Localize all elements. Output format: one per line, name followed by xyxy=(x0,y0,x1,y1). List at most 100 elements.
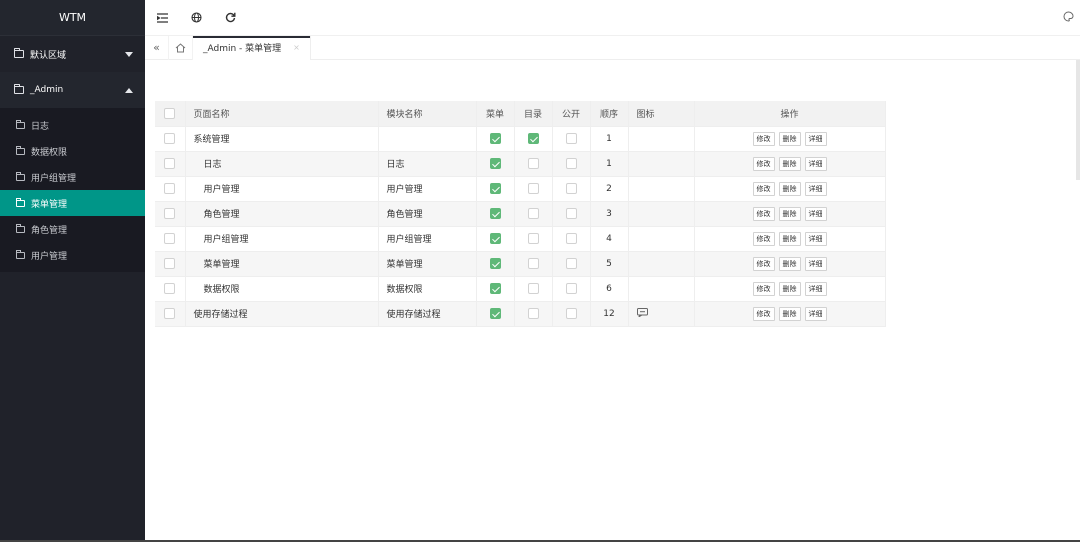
actions-cell: 修改 删除 详细 xyxy=(694,201,886,227)
col-menu[interactable]: 菜单 xyxy=(476,101,515,127)
home-icon[interactable] xyxy=(169,35,193,60)
edit-button[interactable]: 修改 xyxy=(752,206,775,221)
directory-checkbox[interactable] xyxy=(527,233,539,244)
area-admin[interactable]: _Admin xyxy=(0,72,145,108)
tab-label: _Admin - 菜单管理 xyxy=(203,44,282,54)
col-page-name[interactable]: 页面名称 xyxy=(185,101,379,127)
row-select-cell xyxy=(155,151,186,177)
delete-button[interactable]: 删除 xyxy=(778,281,801,296)
directory-cell xyxy=(514,176,553,202)
delete-button[interactable]: 删除 xyxy=(778,156,801,171)
edit-button[interactable]: 修改 xyxy=(752,281,775,296)
menu-checkbox[interactable] xyxy=(489,283,501,294)
topbar xyxy=(145,0,1080,36)
col-order[interactable]: 顺序 xyxy=(590,101,629,127)
public-cell xyxy=(552,126,591,152)
edit-button[interactable]: 修改 xyxy=(752,181,775,196)
menu-checkbox[interactable] xyxy=(489,183,501,194)
globe-icon[interactable] xyxy=(179,0,213,36)
row-checkbox[interactable] xyxy=(164,183,176,194)
delete-button[interactable]: 删除 xyxy=(778,306,801,321)
delete-button[interactable]: 删除 xyxy=(778,206,801,221)
close-icon[interactable]: × xyxy=(293,43,300,52)
detail-button[interactable]: 详细 xyxy=(804,231,827,246)
edit-button[interactable]: 修改 xyxy=(752,156,775,171)
directory-checkbox[interactable] xyxy=(527,208,539,219)
directory-checkbox[interactable] xyxy=(527,183,539,194)
edit-button[interactable]: 修改 xyxy=(752,231,775,246)
col-directory[interactable]: 目录 xyxy=(514,101,553,127)
detail-button[interactable]: 详细 xyxy=(804,131,827,146)
directory-checkbox[interactable] xyxy=(527,158,539,169)
sidebar-item-log[interactable]: 日志 xyxy=(0,112,145,138)
menu-checkbox[interactable] xyxy=(489,258,501,269)
detail-button[interactable]: 详细 xyxy=(804,181,827,196)
edit-button[interactable]: 修改 xyxy=(752,256,775,271)
folder-icon xyxy=(16,171,25,181)
col-icon[interactable]: 图标 xyxy=(628,101,695,127)
menu-checkbox[interactable] xyxy=(489,208,501,219)
col-module-name[interactable]: 模块名称 xyxy=(378,101,477,127)
app-title: WTM xyxy=(0,0,145,36)
menu-checkbox[interactable] xyxy=(489,308,501,319)
select-all-checkbox[interactable] xyxy=(164,107,176,119)
icon-cell xyxy=(628,301,695,327)
row-select-cell xyxy=(155,276,186,302)
delete-button[interactable]: 删除 xyxy=(778,131,801,146)
area-default[interactable]: 默认区域 xyxy=(0,36,145,72)
row-checkbox[interactable] xyxy=(164,208,176,219)
tab-menu-management[interactable]: _Admin - 菜单管理 × xyxy=(193,35,311,60)
public-checkbox[interactable] xyxy=(565,283,577,294)
delete-button[interactable]: 删除 xyxy=(778,231,801,246)
menu-cell xyxy=(476,276,515,302)
directory-checkbox[interactable] xyxy=(527,133,539,144)
detail-button[interactable]: 详细 xyxy=(804,281,827,296)
row-checkbox[interactable] xyxy=(164,233,176,244)
row-checkbox[interactable] xyxy=(164,133,176,144)
edit-button[interactable]: 修改 xyxy=(752,306,775,321)
directory-checkbox[interactable] xyxy=(527,308,539,319)
public-checkbox[interactable] xyxy=(565,308,577,319)
directory-checkbox[interactable] xyxy=(527,258,539,269)
public-checkbox[interactable] xyxy=(565,158,577,169)
scrollbar[interactable] xyxy=(1076,60,1080,180)
row-checkbox[interactable] xyxy=(164,308,176,319)
row-checkbox[interactable] xyxy=(164,283,176,294)
delete-button[interactable]: 删除 xyxy=(778,181,801,196)
menu-checkbox[interactable] xyxy=(489,158,501,169)
sidebar-item-user[interactable]: 用户管理 xyxy=(0,242,145,268)
row-select-cell xyxy=(155,226,186,252)
row-select-cell xyxy=(155,201,186,227)
public-checkbox[interactable] xyxy=(565,133,577,144)
row-checkbox[interactable] xyxy=(164,158,176,169)
sidebar-item-menu-management[interactable]: 菜单管理 xyxy=(0,190,145,216)
actions-cell: 修改 删除 详细 xyxy=(694,151,886,177)
public-checkbox[interactable] xyxy=(565,258,577,269)
menu-checkbox[interactable] xyxy=(489,233,501,244)
menu-checkbox[interactable] xyxy=(489,133,501,144)
detail-button[interactable]: 详细 xyxy=(804,206,827,221)
menu-collapse-icon[interactable] xyxy=(145,0,179,36)
public-checkbox[interactable] xyxy=(565,183,577,194)
public-cell xyxy=(552,301,591,327)
public-checkbox[interactable] xyxy=(565,233,577,244)
actions-cell: 修改 删除 详细 xyxy=(694,176,886,202)
detail-button[interactable]: 详细 xyxy=(804,156,827,171)
directory-checkbox[interactable] xyxy=(527,283,539,294)
detail-button[interactable]: 详细 xyxy=(804,256,827,271)
row-checkbox[interactable] xyxy=(164,258,176,269)
refresh-icon[interactable] xyxy=(213,0,247,36)
area-label: _Admin xyxy=(30,85,64,95)
delete-button[interactable]: 删除 xyxy=(778,256,801,271)
theme-icon[interactable] xyxy=(1056,10,1080,25)
sidebar-item-data-permission[interactable]: 数据权限 xyxy=(0,138,145,164)
detail-button[interactable]: 详细 xyxy=(804,306,827,321)
edit-button[interactable]: 修改 xyxy=(752,131,775,146)
public-checkbox[interactable] xyxy=(565,208,577,219)
sidebar-item-role[interactable]: 角色管理 xyxy=(0,216,145,242)
folder-icon xyxy=(14,48,24,58)
col-public[interactable]: 公开 xyxy=(552,101,591,127)
double-chevron-left-icon[interactable]: « xyxy=(145,35,169,60)
sidebar-item-user-group[interactable]: 用户组管理 xyxy=(0,164,145,190)
select-all-cell xyxy=(155,101,186,127)
